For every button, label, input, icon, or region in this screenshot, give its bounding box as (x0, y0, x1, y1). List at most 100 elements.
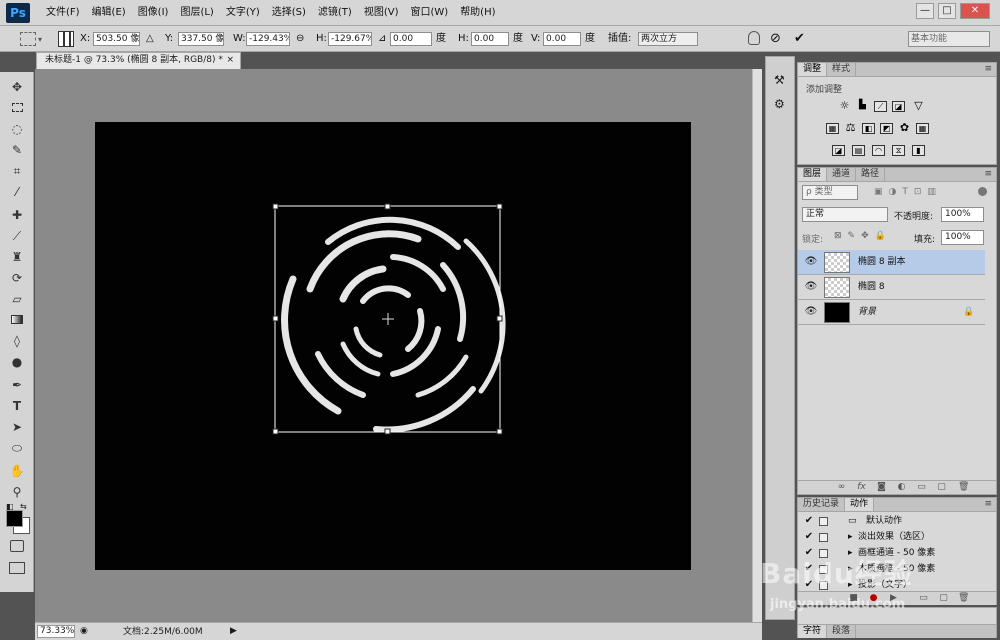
photo-filter-icon[interactable]: ◩ (880, 123, 893, 134)
dialog-toggle-icon[interactable] (819, 517, 828, 526)
menu-help[interactable]: 帮助(H) (454, 0, 501, 26)
lock-icons[interactable]: ⊠✎✥🔒 (834, 231, 892, 241)
screen-mode-icon[interactable] (9, 562, 25, 574)
canvas[interactable] (95, 122, 691, 570)
workspace-select[interactable]: 基本功能 (908, 31, 990, 47)
transform-handle[interactable] (496, 428, 503, 435)
path-selection-tool-icon[interactable]: ➤ (8, 418, 26, 436)
new-group-icon[interactable]: ▭ (916, 482, 927, 493)
crop-tool-icon[interactable]: ⌗ (8, 162, 26, 180)
checkmark-icon[interactable]: ✔ (804, 513, 814, 529)
action-row[interactable]: ✔ ▭ 默认动作 (798, 513, 985, 529)
vskew-field[interactable]: 0.00 (543, 32, 581, 46)
eye-icon[interactable]: 👁 (804, 281, 818, 293)
pen-tool-icon[interactable]: ✒ (8, 376, 26, 394)
opacity-field[interactable]: 100% (941, 207, 984, 222)
chevron-down-icon[interactable]: ▾ (38, 35, 42, 44)
cancel-transform-icon[interactable]: ⊘ (770, 26, 781, 52)
vibrance-icon[interactable]: ▽ (912, 100, 925, 112)
menu-type[interactable]: 文字(Y) (220, 0, 266, 26)
foreground-color-swatch[interactable] (6, 510, 23, 527)
panel-menu-icon[interactable]: ≡ (984, 498, 992, 511)
menu-edit[interactable]: 编辑(E) (86, 0, 132, 26)
layer-row[interactable]: 👁 背景 🔒 (798, 300, 985, 325)
eye-icon[interactable]: 👁 (804, 256, 818, 268)
layer-filter-select[interactable]: ρ 类型 (802, 185, 858, 200)
new-set-icon[interactable]: ▭ (918, 593, 929, 604)
status-icon[interactable]: ◉ (80, 626, 88, 636)
transform-handle[interactable] (384, 428, 391, 435)
history-brush-tool-icon[interactable]: ⟳ (8, 269, 26, 287)
threshold-icon[interactable]: ◠ (872, 145, 885, 156)
type-tool-icon[interactable]: T (8, 397, 26, 415)
channel-mixer-icon[interactable]: ✿ (898, 122, 911, 134)
color-balance-icon[interactable]: ⚖ (844, 122, 857, 134)
eye-icon[interactable]: 👁 (804, 306, 818, 318)
layer-row[interactable]: 👁 椭圆 8 (798, 275, 985, 300)
layer-style-icon[interactable]: fx (856, 482, 867, 493)
invert-icon[interactable]: ◪ (832, 145, 845, 156)
layer-row[interactable]: 👁 椭圆 8 副本 (798, 250, 985, 275)
vertical-scrollbar[interactable] (752, 69, 762, 622)
delta-icon[interactable]: △ (146, 26, 154, 52)
tab-actions[interactable]: 动作 (845, 498, 875, 511)
tab-paths[interactable]: 路径 (856, 168, 886, 181)
tab-character[interactable]: 字符 (798, 625, 828, 638)
angle-field[interactable]: 0.00 (390, 32, 432, 46)
tab-history[interactable]: 历史记录 (798, 498, 846, 511)
levels-icon[interactable]: ▙ (856, 101, 869, 112)
posterize-icon[interactable]: ▤ (852, 145, 865, 156)
blend-mode-select[interactable]: 正常 (802, 207, 888, 222)
clone-stamp-tool-icon[interactable]: ♜ (8, 248, 26, 266)
curves-icon[interactable]: ⟋ (874, 101, 887, 112)
expand-icon[interactable]: ▸ (848, 529, 853, 545)
commit-transform-icon[interactable]: ✔ (794, 26, 805, 52)
fill-field[interactable]: 100% (941, 230, 984, 245)
maximize-button[interactable]: □ (938, 3, 956, 19)
transform-center-point[interactable] (382, 313, 394, 325)
brush-preset-icon[interactable]: ⚒ (774, 73, 785, 87)
height-field[interactable]: -129.67% (328, 32, 372, 46)
status-menu-icon[interactable]: ▶ (230, 626, 237, 636)
tab-paragraph[interactable]: 段落 (827, 625, 857, 638)
transform-tool-icon[interactable] (20, 32, 36, 46)
layer-filter-icons[interactable]: ▣◑T⊡▥ (874, 187, 942, 197)
transform-handle[interactable] (496, 203, 503, 210)
zoom-tool-icon[interactable]: ⚲ (8, 483, 26, 501)
menu-select[interactable]: 选择(S) (266, 0, 312, 26)
menu-window[interactable]: 窗口(W) (404, 0, 454, 26)
link-layers-icon[interactable]: ∞ (836, 482, 847, 493)
menu-image[interactable]: 图像(I) (132, 0, 175, 26)
checkmark-icon[interactable]: ✔ (804, 529, 814, 545)
tab-channels[interactable]: 通道 (827, 168, 857, 181)
brightness-icon[interactable]: ☼ (838, 100, 851, 112)
tab-adjustments[interactable]: 调整 (798, 63, 828, 76)
selective-color-icon[interactable]: ⧖ (892, 145, 905, 156)
delete-layer-icon[interactable]: 🗑 (958, 482, 969, 493)
black-white-icon[interactable]: ◧ (862, 123, 875, 134)
gradient-tool-icon[interactable] (8, 311, 26, 329)
document-tab[interactable]: 未标题-1 @ 73.3% (椭圆 8 副本, RGB/8) * × (36, 52, 241, 69)
x-field[interactable]: 503.50 像素 (93, 32, 140, 46)
new-layer-icon[interactable]: ▢ (936, 482, 947, 493)
reference-point-icon[interactable] (58, 31, 74, 47)
new-adjustment-icon[interactable]: ◐ (896, 482, 907, 493)
quick-mask-icon[interactable] (10, 540, 24, 552)
dialog-toggle-icon[interactable] (819, 533, 828, 542)
transform-handle[interactable] (272, 203, 279, 210)
ellipse-tool-icon[interactable]: ⬭ (8, 439, 26, 457)
eyedropper-tool-icon[interactable]: ⁄ (8, 183, 26, 201)
healing-brush-tool-icon[interactable]: ✚ (8, 206, 26, 224)
move-tool-icon[interactable]: ✥ (8, 78, 26, 96)
panel-menu-icon[interactable]: ≡ (984, 168, 992, 181)
menu-layer[interactable]: 图层(L) (174, 0, 219, 26)
tool-preset-icon[interactable]: ⚙ (774, 97, 785, 111)
marquee-tool-icon[interactable] (8, 99, 26, 117)
hskew-field[interactable]: 0.00 (471, 32, 509, 46)
action-row[interactable]: ✔ ▸ 淡出效果（选区） (798, 529, 985, 545)
new-action-icon[interactable]: ▢ (938, 593, 949, 604)
dodge-tool-icon[interactable]: ● (8, 353, 26, 371)
zoom-field[interactable]: 73.33% (37, 625, 75, 638)
color-lookup-icon[interactable]: ▦ (916, 123, 929, 134)
blur-tool-icon[interactable]: ◊ (8, 332, 26, 350)
